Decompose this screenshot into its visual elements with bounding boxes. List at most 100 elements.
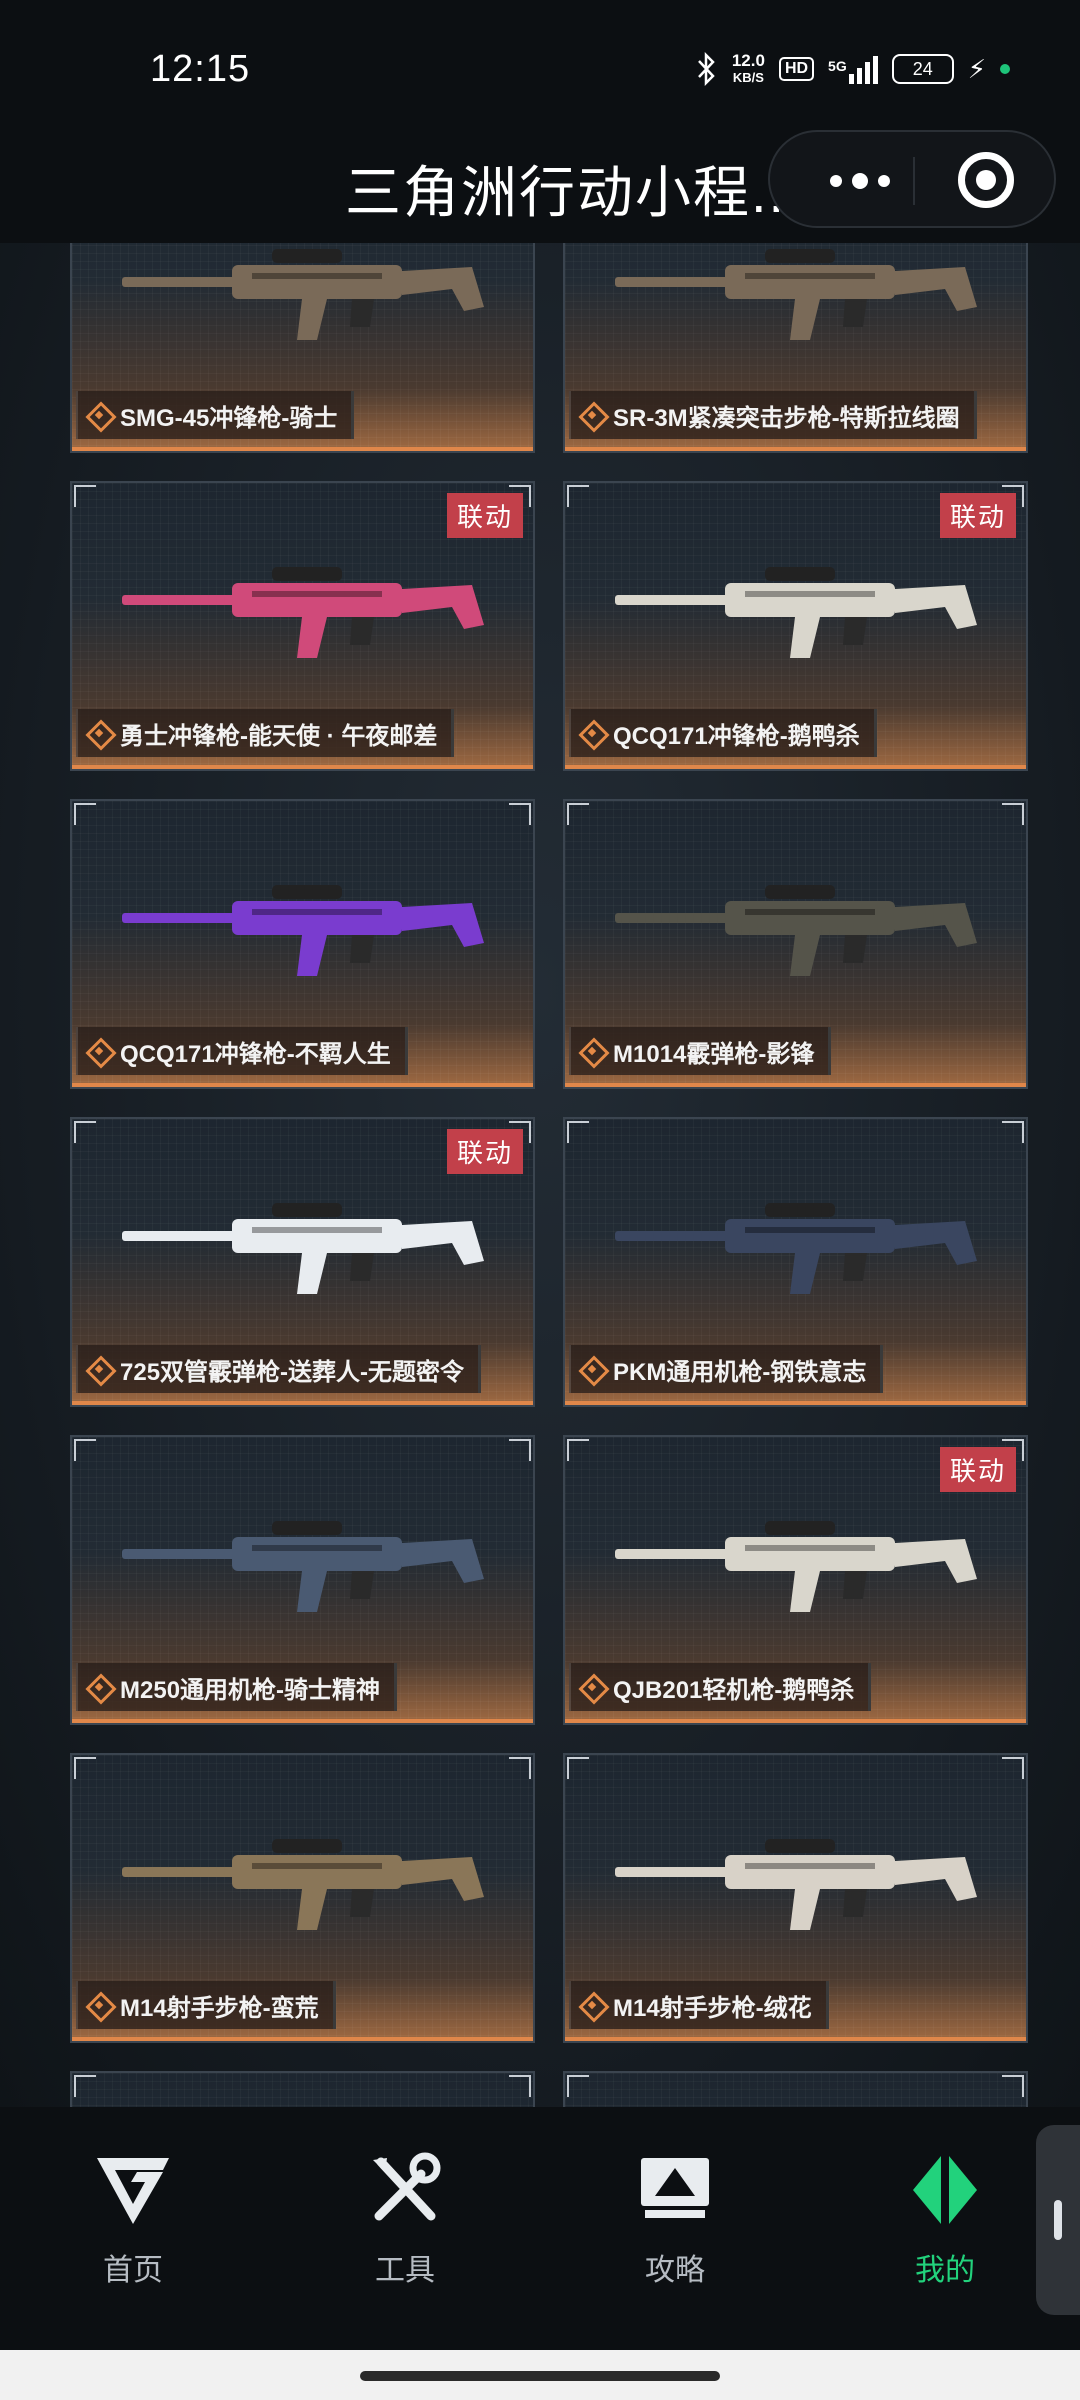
- weapon-image: [122, 249, 484, 340]
- weapon-image: [615, 885, 977, 976]
- weapon-image: [122, 1521, 484, 1612]
- tools-icon: [373, 2152, 441, 2221]
- floating-side-handle[interactable]: [1036, 2125, 1080, 2315]
- card-corner: [74, 1757, 96, 1779]
- diamond-icon: [579, 1674, 605, 1700]
- skin-label: PKM通用机枪-钢铁意志: [569, 1345, 884, 1393]
- home-logo-icon: [97, 2158, 169, 2224]
- skin-label: QCQ171冲锋枪-不羁人生: [76, 1027, 408, 1075]
- diamond-icon: [86, 1356, 112, 1382]
- card-corner: [567, 2075, 589, 2097]
- nav-home[interactable]: 首页: [53, 2152, 213, 2289]
- skin-card[interactable]: [70, 2071, 535, 2107]
- skin-label: SR-3M紧凑突击步枪-特斯拉线圈: [569, 391, 977, 439]
- diamond-icon: [86, 1992, 112, 2018]
- skin-card[interactable]: SR-3M紧凑突击步枪-特斯拉线圈: [563, 243, 1028, 453]
- weapon-image: [615, 1203, 977, 1294]
- card-corner: [509, 803, 531, 825]
- skin-name: M1014霰弹枪-影锋: [613, 1040, 815, 1068]
- status-icons: 12.0 KB/S HD 5G 24 ⚡: [694, 52, 1010, 86]
- nav-profile-label: 我的: [915, 2254, 975, 2287]
- capsule-divider: [913, 157, 915, 205]
- network-speed-value: 12.0: [731, 51, 765, 70]
- card-corner: [567, 1757, 589, 1779]
- weapon-image: [615, 1839, 977, 1930]
- nav-profile[interactable]: 我的: [865, 2152, 1025, 2289]
- battery-level: 24: [912, 59, 933, 79]
- diamond-icon: [579, 402, 605, 428]
- skin-card[interactable]: PKM通用机枪-钢铁意志: [563, 1117, 1028, 1407]
- skin-name: M14射手步枪-蛮荒: [120, 1994, 319, 2022]
- card-corner: [509, 1757, 531, 1779]
- skin-name: QCQ171冲锋枪-鹅鸭杀: [613, 722, 860, 750]
- weapon-image: [615, 1521, 977, 1612]
- skin-card[interactable]: QCQ171冲锋枪-不羁人生: [70, 799, 535, 1089]
- skin-card[interactable]: 联动 勇士冲锋枪-能天使 · 午夜邮差: [70, 481, 535, 771]
- weapon-image: [615, 249, 977, 340]
- diamond-icon: [579, 1356, 605, 1382]
- card-corner: [567, 485, 589, 507]
- card-corner: [74, 485, 96, 507]
- skin-card[interactable]: [563, 2071, 1028, 2107]
- skin-list[interactable]: SMG-45冲锋枪-骑士 SR-3M紧凑突击步枪-特斯拉线圈 联动 勇士冲锋枪-…: [0, 243, 1080, 2107]
- nav-guide[interactable]: 攻略: [595, 2152, 755, 2289]
- nav-guide-label: 攻略: [645, 2254, 705, 2287]
- miniprogram-capsule: [768, 130, 1056, 228]
- profile-icon: [913, 2156, 977, 2224]
- weapon-image: [615, 567, 977, 658]
- skin-card[interactable]: 联动 725双管霰弹枪-送葬人-无题密令: [70, 1117, 535, 1407]
- nav-tools-label: 工具: [375, 2254, 435, 2287]
- bottom-nav: 首页 工具 攻略 我的: [0, 2107, 1080, 2350]
- collab-badge: 联动: [446, 493, 523, 538]
- skin-card[interactable]: M1014霰弹枪-影锋: [563, 799, 1028, 1089]
- app-header: 三角洲行动小程...: [0, 130, 1080, 230]
- skin-card[interactable]: SMG-45冲锋枪-骑士: [70, 243, 535, 453]
- battery-icon: 24: [891, 54, 954, 84]
- skin-name: SR-3M紧凑突击步枪-特斯拉线圈: [613, 404, 960, 432]
- skin-name: PKM通用机枪-钢铁意志: [613, 1358, 867, 1386]
- signal-icon: 5G: [828, 54, 878, 84]
- skin-name: QJB201轻机枪-鹅鸭杀: [613, 1676, 855, 1704]
- card-corner: [1002, 1757, 1024, 1779]
- page-title: 三角洲行动小程...: [345, 161, 804, 224]
- skin-name: QCQ171冲锋枪-不羁人生: [120, 1040, 391, 1068]
- bluetooth-icon: [697, 52, 715, 86]
- card-corner: [509, 1439, 531, 1461]
- diamond-icon: [579, 720, 605, 746]
- skin-card[interactable]: M14射手步枪-蛮荒: [70, 1753, 535, 2043]
- skin-name: 勇士冲锋枪-能天使 · 午夜邮差: [120, 722, 438, 750]
- home-indicator[interactable]: [360, 2371, 720, 2381]
- skin-card[interactable]: M14射手步枪-绒花: [563, 1753, 1028, 2043]
- skin-card[interactable]: 联动 QJB201轻机枪-鹅鸭杀: [563, 1435, 1028, 1725]
- diamond-icon: [579, 1038, 605, 1064]
- guide-monitor-icon: [641, 2158, 709, 2218]
- card-corner: [1002, 2075, 1024, 2097]
- card-corner: [509, 2075, 531, 2097]
- status-bar: 12:15 12.0 KB/S HD 5G 24 ⚡: [0, 48, 1080, 96]
- collab-badge: 联动: [939, 1447, 1016, 1492]
- skin-name: 725双管霰弹枪-送葬人-无题密令: [120, 1358, 465, 1386]
- top-bar: 12:15 12.0 KB/S HD 5G 24 ⚡ 三角洲行动小程...: [0, 0, 1080, 243]
- privacy-dot-icon: [1000, 64, 1010, 74]
- nav-home-label: 首页: [103, 2254, 163, 2287]
- weapon-image: [122, 1839, 484, 1930]
- skin-card[interactable]: M250通用机枪-骑士精神: [70, 1435, 535, 1725]
- network-type: 5G: [828, 58, 847, 74]
- system-home-bar: [0, 2350, 1080, 2400]
- skin-name: M14射手步枪-绒花: [613, 1994, 812, 2022]
- card-corner: [74, 1121, 96, 1143]
- skin-label: M14射手步枪-绒花: [569, 1981, 829, 2029]
- skin-grid: SMG-45冲锋枪-骑士 SR-3M紧凑突击步枪-特斯拉线圈 联动 勇士冲锋枪-…: [70, 243, 1028, 2107]
- hd-icon: HD: [778, 57, 815, 81]
- skin-card[interactable]: 联动 QCQ171冲锋枪-鹅鸭杀: [563, 481, 1028, 771]
- weapon-image: [122, 885, 484, 976]
- close-miniprogram-icon[interactable]: [958, 152, 1014, 208]
- nav-tools[interactable]: 工具: [325, 2152, 485, 2289]
- skin-name: SMG-45冲锋枪-骑士: [120, 404, 338, 432]
- skin-name: M250通用机枪-骑士精神: [120, 1676, 381, 1704]
- card-corner: [74, 1439, 96, 1461]
- skin-label: 勇士冲锋枪-能天使 · 午夜邮差: [76, 709, 455, 757]
- more-button[interactable]: [810, 166, 910, 196]
- network-speed-unit: KB/S: [732, 70, 764, 85]
- card-corner: [74, 803, 96, 825]
